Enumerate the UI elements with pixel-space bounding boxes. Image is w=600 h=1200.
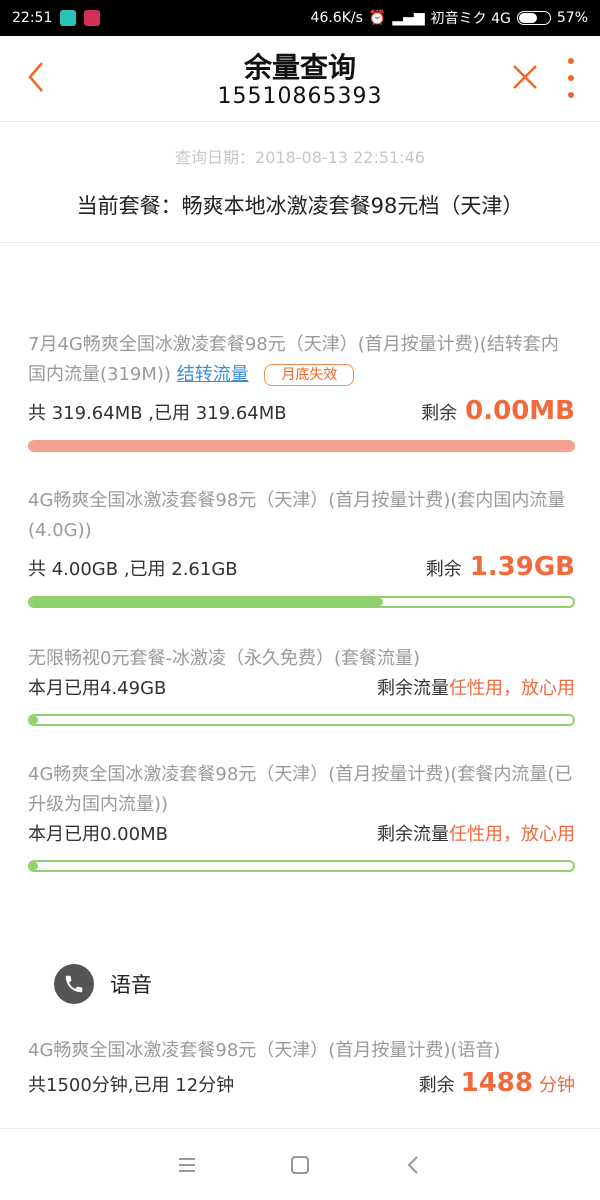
voice-section-header: 语音 bbox=[54, 964, 152, 1004]
usage-total: 共 4.00GB ,已用 2.61GB bbox=[28, 559, 238, 580]
remain-value: 1488 bbox=[460, 1068, 533, 1098]
expiry-badge: 月底失效 bbox=[264, 364, 355, 386]
usage-progress-bar bbox=[28, 860, 575, 872]
status-bar: 22:51 46.6K/s ⏰ ▂▄▆ 初音ミク 4G 57% bbox=[0, 0, 600, 36]
menu-icon[interactable] bbox=[172, 1150, 202, 1180]
remain-value: 任性用，放心用 bbox=[449, 678, 575, 699]
usage-total: 本月已用4.49GB bbox=[28, 678, 167, 699]
battery-icon bbox=[516, 11, 551, 25]
remain-label: 剩余 bbox=[421, 403, 458, 424]
usage-total: 共 319.64MB ,已用 319.64MB bbox=[28, 403, 287, 424]
remain-box: 剩余 1.39GB bbox=[426, 552, 575, 582]
package-card: 无限畅视0元套餐-冰激凌（永久免费）(套餐流量) 本月已用4.49GB 剩余流量… bbox=[28, 644, 575, 726]
usage-progress-bar bbox=[28, 714, 575, 726]
package-description: 4G畅爽全国冰激凌套餐98元（天津）(首月按量计费)(语音) bbox=[28, 1040, 501, 1061]
remain-value: 任性用，放心用 bbox=[449, 824, 575, 845]
back-chevron-icon[interactable] bbox=[398, 1150, 428, 1180]
voice-package-card: 4G畅爽全国冰激凌套餐98元（天津）(首月按量计费)(语音) 共1500分钟,已… bbox=[28, 1036, 575, 1098]
more-vertical-icon[interactable] bbox=[562, 58, 580, 98]
current-plan: 当前套餐：畅爽本地冰激凌套餐98元档（天津） bbox=[76, 194, 524, 218]
remain-label: 剩余流量 bbox=[377, 678, 449, 699]
close-icon[interactable] bbox=[510, 62, 540, 92]
app-notification-icon bbox=[84, 10, 101, 26]
app-notification-icon bbox=[60, 10, 77, 26]
remain-unit: 分钟 bbox=[539, 1075, 575, 1096]
usage-total: 本月已用0.00MB bbox=[28, 824, 168, 845]
remain-label: 剩余流量 bbox=[377, 824, 449, 845]
alarm-icon: ⏰ bbox=[368, 10, 387, 26]
remain-box: 剩余 0.00MB bbox=[421, 396, 575, 426]
divider bbox=[0, 242, 600, 243]
status-time: 22:51 bbox=[12, 10, 53, 26]
carrier-label: 初音ミク 4G bbox=[430, 11, 511, 27]
package-card: 7月4G畅爽全国冰激凌套餐98元（天津）(首月按量计费)(结转套内国内流量(31… bbox=[28, 330, 575, 452]
remain-box: 剩余 1488 分钟 bbox=[419, 1068, 575, 1098]
usage-total: 共1500分钟,已用 12分钟 bbox=[28, 1075, 235, 1096]
package-description: 4G畅爽全国冰激凌套餐98元（天津）(首月按量计费)(套内国内流量(4.0G)) bbox=[28, 490, 566, 541]
voice-section-title: 语音 bbox=[110, 973, 152, 997]
package-card: 4G畅爽全国冰激凌套餐98元（天津）(首月按量计费)(套内国内流量(4.0G))… bbox=[28, 486, 575, 608]
package-card: 4G畅爽全国冰激凌套餐98元（天津）(首月按量计费)(套餐内流量(已升级为国内流… bbox=[28, 760, 575, 872]
package-description: 7月4G畅爽全国冰激凌套餐98元（天津）(首月按量计费)(结转套内国内流量(31… bbox=[28, 334, 559, 386]
query-date: 查询日期：2018-08-13 22:51:46 bbox=[175, 148, 425, 167]
remain-value: 1.39GB bbox=[469, 552, 575, 582]
remain-label: 剩余 bbox=[425, 559, 462, 580]
battery-percent: 57% bbox=[556, 10, 588, 26]
app-header: 余量查询 15510865393 bbox=[0, 36, 600, 122]
remain-label: 剩余 bbox=[418, 1075, 455, 1096]
system-nav-bar bbox=[0, 1128, 600, 1200]
phone-icon bbox=[54, 964, 94, 1004]
signal-icon: ▂▄▆ bbox=[392, 10, 425, 26]
usage-progress-bar bbox=[28, 596, 575, 608]
rollover-link[interactable]: 结转流量 bbox=[177, 364, 249, 385]
usage-progress-bar bbox=[28, 440, 575, 452]
remain-box: 剩余流量任性用，放心用 bbox=[377, 820, 575, 846]
home-square-icon[interactable] bbox=[285, 1150, 315, 1180]
remain-box: 剩余流量任性用，放心用 bbox=[377, 674, 575, 700]
package-description: 无限畅视0元套餐-冰激凌（永久免费）(套餐流量) bbox=[28, 648, 420, 669]
package-description: 4G畅爽全国冰激凌套餐98元（天津）(首月按量计费)(套餐内流量(已升级为国内流… bbox=[28, 764, 573, 815]
remain-value: 0.00MB bbox=[465, 396, 575, 426]
network-speed: 46.6K/s bbox=[310, 10, 363, 26]
